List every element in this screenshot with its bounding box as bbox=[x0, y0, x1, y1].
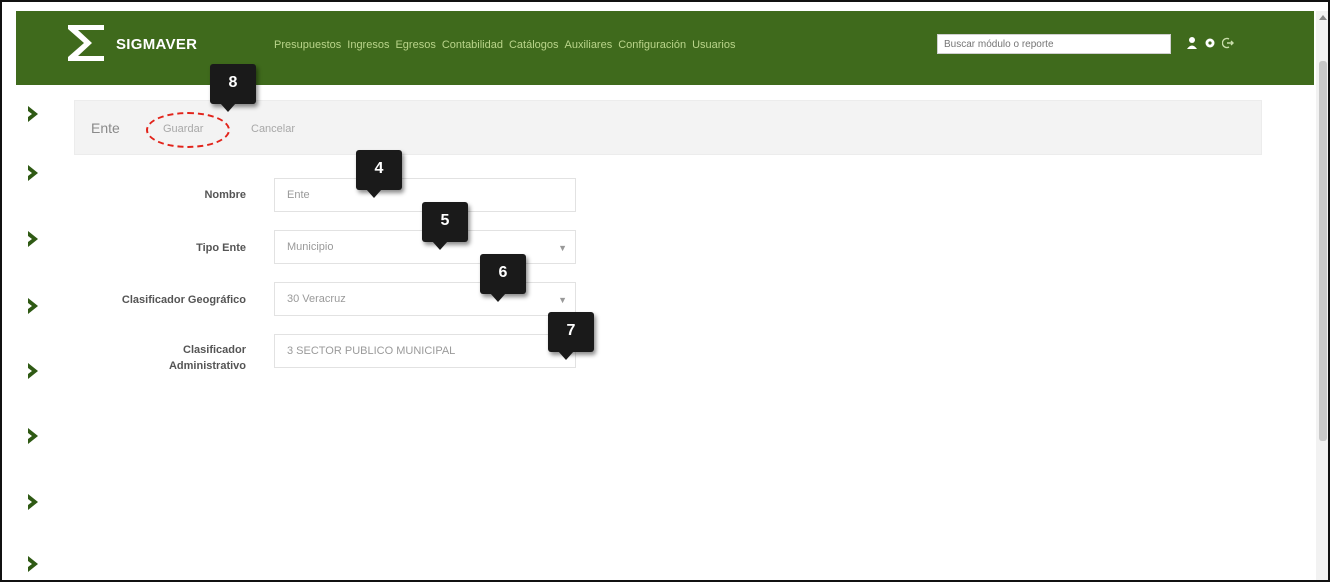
dropdown-caret-icon: ▼ bbox=[558, 243, 567, 253]
app-window: SIGMAVER Presupuestos Ingresos Egresos C… bbox=[0, 0, 1330, 582]
nav-ingresos[interactable]: Ingresos bbox=[347, 39, 389, 51]
user-icon[interactable] bbox=[1186, 35, 1198, 51]
clasificador-label-line2: Administrativo bbox=[168, 360, 246, 372]
nav-presupuestos[interactable]: Presupuestos bbox=[274, 39, 341, 51]
clasificador-geografico-value: 30 Veracruz bbox=[287, 293, 346, 305]
nav-usuarios[interactable]: Usuarios bbox=[692, 39, 735, 51]
chevron-right-icon[interactable] bbox=[26, 297, 40, 315]
scrollbar-thumb[interactable] bbox=[1319, 61, 1327, 441]
nav-contabilidad[interactable]: Contabilidad bbox=[442, 39, 503, 51]
page-title: Ente bbox=[91, 120, 120, 136]
tipo-ente-value: Municipio bbox=[287, 241, 334, 253]
chevron-right-icon[interactable] bbox=[26, 362, 40, 380]
top-icons bbox=[1186, 35, 1234, 51]
clasificador-geografico-label: Clasificador Geográfico bbox=[121, 294, 246, 306]
callout-badge: 4 bbox=[356, 150, 402, 198]
left-sidebar bbox=[16, 85, 62, 580]
logout-icon[interactable] bbox=[1222, 35, 1234, 51]
clasificador-administrativo-label: Clasificador Administrativo bbox=[76, 344, 246, 372]
nav-configuracion[interactable]: Configuración bbox=[618, 39, 686, 51]
sigmaver-logo bbox=[68, 25, 104, 61]
dropdown-caret-icon: ▼ bbox=[558, 295, 567, 305]
chevron-right-icon[interactable] bbox=[26, 164, 40, 182]
save-highlight-ring bbox=[146, 112, 230, 148]
search-input[interactable] bbox=[937, 34, 1171, 54]
scroll-up-arrow-icon[interactable] bbox=[1319, 15, 1327, 20]
cancel-button[interactable]: Cancelar bbox=[251, 123, 295, 135]
nav-auxiliares[interactable]: Auxiliares bbox=[565, 39, 613, 51]
nombre-label: Nombre bbox=[204, 189, 246, 201]
chevron-right-icon[interactable] bbox=[26, 493, 40, 511]
tipo-ente-label: Tipo Ente bbox=[196, 242, 246, 254]
main-menu: Presupuestos Ingresos Egresos Contabilid… bbox=[274, 39, 736, 51]
chevron-right-icon[interactable] bbox=[26, 427, 40, 445]
clasificador-geografico-select[interactable]: 30 Veracruz ▼ bbox=[274, 282, 576, 316]
clasificador-label-line1: Clasificador bbox=[183, 344, 246, 356]
chevron-right-icon[interactable] bbox=[26, 105, 40, 123]
gear-icon[interactable] bbox=[1204, 35, 1216, 51]
callout-badge: 6 bbox=[480, 254, 526, 302]
nav-catalogos[interactable]: Catálogos bbox=[509, 39, 559, 51]
brand-name: SIGMAVER bbox=[116, 36, 198, 53]
chevron-right-icon[interactable] bbox=[26, 230, 40, 248]
callout-badge: 8 bbox=[210, 64, 256, 112]
chevron-right-icon[interactable] bbox=[26, 555, 40, 573]
action-bar: Ente Guardar Cancelar bbox=[74, 100, 1262, 155]
scrollbar[interactable] bbox=[1316, 11, 1328, 580]
callout-badge: 7 bbox=[548, 312, 594, 360]
callout-badge: 5 bbox=[422, 202, 468, 250]
clasificador-administrativo-input[interactable]: 3 SECTOR PUBLICO MUNICIPAL bbox=[274, 334, 576, 368]
nav-egresos[interactable]: Egresos bbox=[395, 39, 435, 51]
